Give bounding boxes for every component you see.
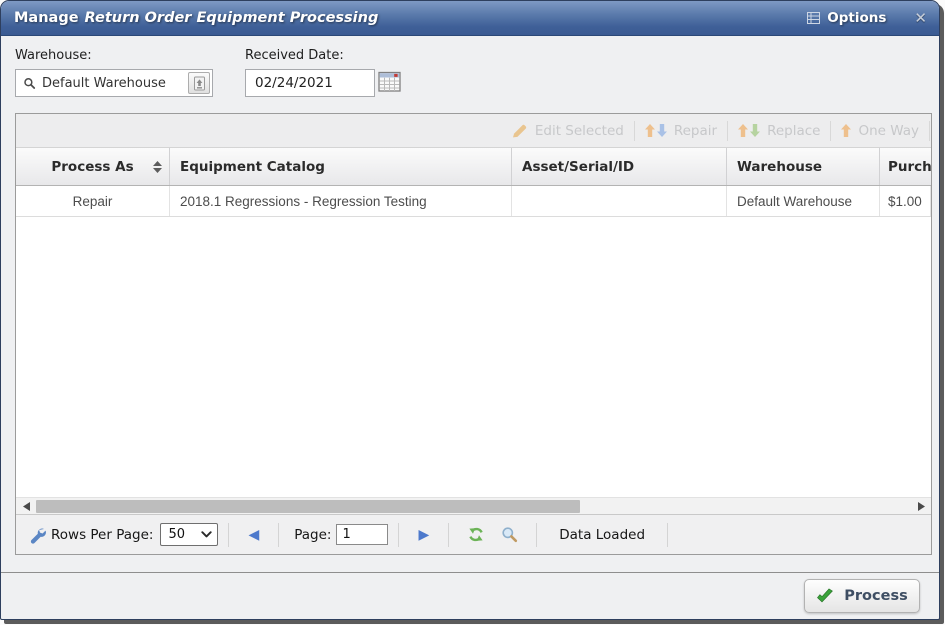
- column-header-label: Asset/Serial/ID: [522, 159, 634, 175]
- refresh-button[interactable]: [459, 526, 493, 543]
- edit-selected-label: Edit Selected: [535, 123, 624, 139]
- scroll-right-icon[interactable]: [914, 499, 928, 513]
- horizontal-scrollbar[interactable]: [16, 497, 931, 514]
- next-page-icon[interactable]: ▶: [409, 528, 438, 542]
- pager-separator: [398, 523, 399, 547]
- calendar-button[interactable]: [378, 70, 402, 97]
- column-header-label: Warehouse: [737, 159, 822, 175]
- one-way-button[interactable]: One Way: [831, 123, 929, 139]
- rows-per-page-label: Rows Per Page:: [51, 527, 153, 543]
- options-list-icon: [807, 12, 820, 24]
- received-date-input[interactable]: [245, 69, 375, 97]
- process-label: Process: [844, 588, 907, 604]
- column-header-label: Process As: [51, 159, 133, 175]
- close-icon[interactable]: ✕: [914, 9, 927, 27]
- column-header-asset-serial-id[interactable]: Asset/Serial/ID: [512, 148, 727, 185]
- options-label: Options: [827, 10, 886, 26]
- warehouse-lookup-input[interactable]: Default Warehouse: [15, 69, 213, 97]
- equipment-grid: Edit Selected Repair Replace: [15, 113, 932, 555]
- rows-per-page-value: 50: [168, 527, 201, 542]
- grid-toolbar: Edit Selected Repair Replace: [16, 114, 931, 147]
- process-button[interactable]: Process: [804, 579, 920, 613]
- repair-arrows-icon: [645, 124, 667, 137]
- warehouse-value: Default Warehouse: [42, 76, 188, 91]
- page-number-input[interactable]: [336, 524, 388, 545]
- checkmark-icon: [816, 588, 834, 604]
- one-way-label: One Way: [858, 123, 919, 139]
- pager-separator: [228, 523, 229, 547]
- warehouse-label: Warehouse:: [15, 48, 213, 63]
- column-header-warehouse[interactable]: Warehouse: [727, 148, 880, 185]
- cell-asset-serial-id: [512, 186, 727, 216]
- grid-header-row: Process As Equipment Catalog Asset/Seria…: [16, 147, 931, 186]
- column-header-equipment-catalog[interactable]: Equipment Catalog: [170, 148, 512, 185]
- grid-body: Repair 2018.1 Regressions - Regression T…: [16, 186, 931, 497]
- edit-selected-button[interactable]: Edit Selected: [501, 122, 634, 139]
- status-text: Data Loaded: [559, 527, 645, 543]
- prev-page-icon[interactable]: ◀: [239, 528, 268, 542]
- search-icon: [23, 77, 36, 90]
- cell-warehouse: Default Warehouse: [727, 186, 880, 216]
- column-header-purchase[interactable]: Purch: [880, 148, 931, 185]
- calendar-icon: [378, 70, 402, 93]
- page-label: Page:: [294, 527, 331, 543]
- warehouse-picker-button[interactable]: [188, 72, 210, 94]
- page-title: Manage Return Order Equipment Processing: [14, 10, 378, 26]
- options-button[interactable]: Options: [807, 10, 886, 26]
- magnifier-icon: [501, 526, 518, 543]
- table-row[interactable]: Repair 2018.1 Regressions - Regression T…: [16, 186, 931, 217]
- chevron-down-icon: [201, 531, 212, 538]
- column-header-process-as[interactable]: Process As: [16, 148, 170, 185]
- pager-separator: [278, 523, 279, 547]
- replace-arrows-icon: [738, 124, 760, 137]
- repair-button[interactable]: Repair: [635, 123, 727, 139]
- cell-purchase: $1.00: [880, 186, 931, 216]
- replace-button[interactable]: Replace: [728, 123, 830, 139]
- received-date-field-group: Received Date:: [245, 48, 402, 113]
- pager-separator: [536, 523, 537, 547]
- wrench-icon: [28, 526, 46, 544]
- page-title-name: Return Order Equipment Processing: [85, 10, 379, 26]
- scroll-left-icon[interactable]: [19, 499, 33, 513]
- replace-label: Replace: [767, 123, 820, 139]
- page-title-prefix: Manage: [14, 10, 79, 26]
- sort-icon[interactable]: [153, 161, 162, 173]
- one-way-arrow-icon: [841, 124, 851, 137]
- warehouse-field-group: Warehouse: Default Warehouse: [15, 48, 213, 113]
- repair-label: Repair: [674, 123, 717, 139]
- grid-pager: Rows Per Page: 50 ◀ Page: ▶: [16, 514, 931, 554]
- titlebar: ManageReturn Order Equipment Processing …: [1, 1, 939, 36]
- toolbar-separator: [929, 121, 930, 141]
- cell-process-as: Repair: [16, 186, 170, 216]
- manage-return-order-dialog: ManageReturn Order Equipment Processing …: [0, 0, 940, 620]
- load-record-icon: [193, 76, 206, 91]
- search-button[interactable]: [493, 526, 526, 543]
- scrollbar-thumb[interactable]: [36, 500, 580, 513]
- pager-separator: [448, 523, 449, 547]
- footer: Process: [1, 573, 939, 619]
- refresh-icon: [467, 526, 485, 543]
- rows-per-page-select[interactable]: 50: [160, 523, 218, 546]
- received-date-label: Received Date:: [245, 48, 402, 63]
- column-header-label: Purch: [888, 159, 931, 175]
- pencil-icon: [511, 122, 528, 139]
- cell-equipment-catalog: 2018.1 Regressions - Regression Testing: [170, 186, 512, 216]
- pager-separator: [667, 523, 668, 547]
- filter-form: Warehouse: Default Warehouse Received Da…: [1, 36, 939, 113]
- column-header-label: Equipment Catalog: [180, 159, 325, 175]
